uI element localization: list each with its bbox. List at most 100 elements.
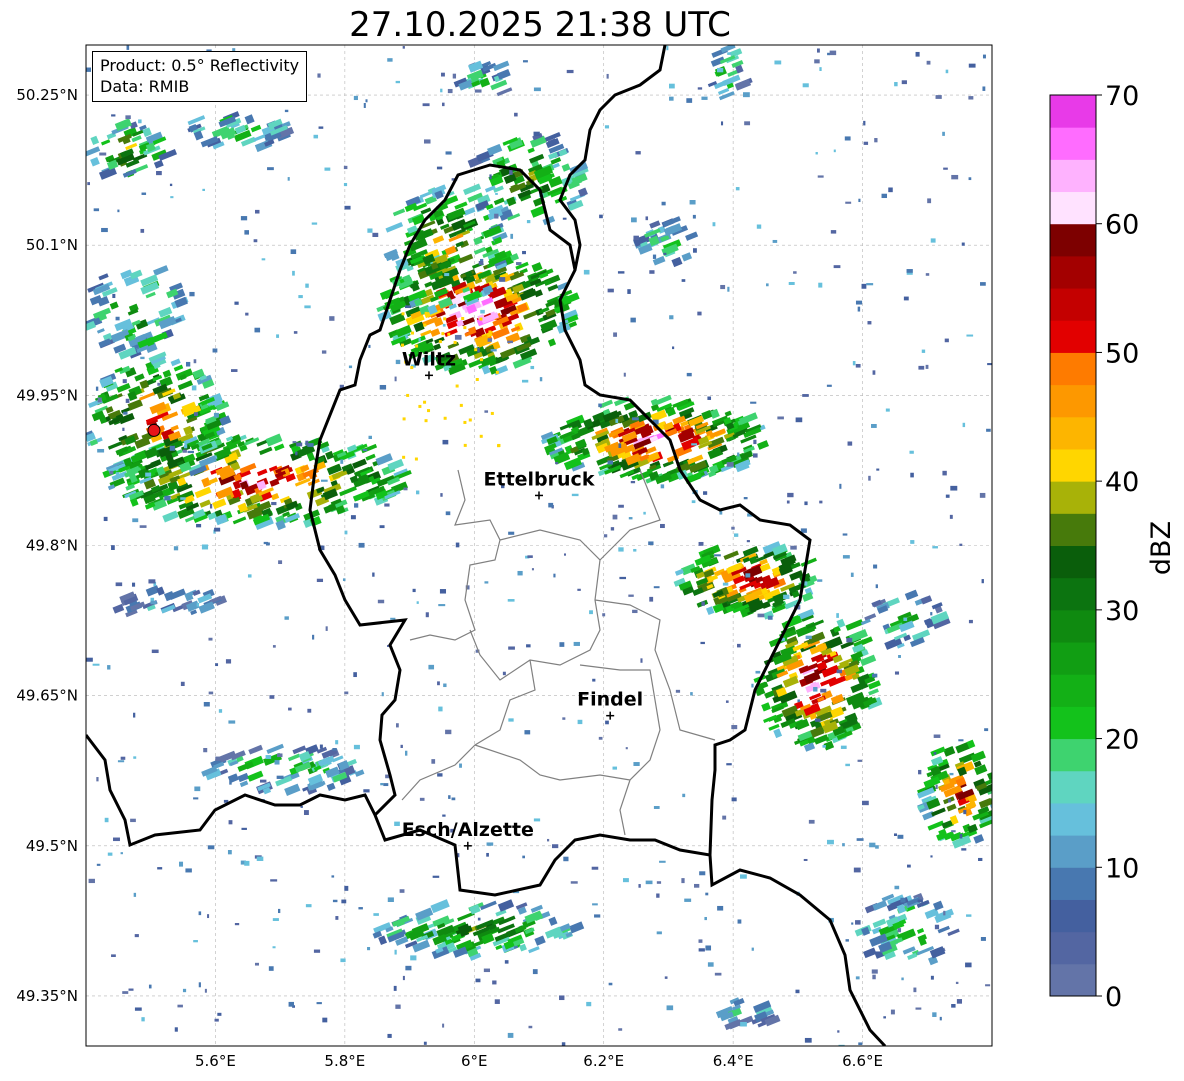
clutter-cell xyxy=(745,573,751,578)
clutter-cell xyxy=(930,612,933,616)
clutter-cell xyxy=(164,495,171,501)
clutter-cell xyxy=(442,814,446,817)
clutter-cell xyxy=(504,960,509,964)
data-source-label: Data: RMIB xyxy=(100,77,190,96)
clutter-cell xyxy=(577,588,581,591)
clutter-cell xyxy=(863,120,866,126)
clutter-cell xyxy=(868,475,871,481)
clutter-cell xyxy=(898,655,901,658)
clutter-cell xyxy=(416,490,420,495)
clutter-cell xyxy=(632,417,639,421)
clutter-cell xyxy=(712,222,716,227)
clutter-cell xyxy=(418,337,421,342)
clutter-cell xyxy=(395,80,400,84)
clutter-cell xyxy=(820,688,827,693)
clutter-cell xyxy=(915,1007,922,1010)
clutter-cell xyxy=(97,448,105,453)
clutter-cell xyxy=(531,568,534,571)
clutter-cell xyxy=(204,988,207,993)
clutter-cell xyxy=(185,868,192,873)
clutter-cell xyxy=(259,779,267,783)
clutter-cell xyxy=(632,609,638,614)
clutter-cell xyxy=(271,501,277,506)
colorbar-segment xyxy=(1050,384,1096,418)
clutter-cell xyxy=(387,58,393,62)
clutter-cell xyxy=(478,261,484,266)
clutter-cell xyxy=(866,283,874,286)
clutter-cell xyxy=(325,626,328,631)
clutter-cell xyxy=(968,63,976,68)
clutter-cell xyxy=(307,708,312,713)
clutter-cell xyxy=(819,500,823,504)
clutter-cell xyxy=(272,645,276,648)
clutter-cell xyxy=(432,875,440,878)
colorbar: 0 10 20 30 40 50 60 70 dBZ xyxy=(1049,81,1177,1013)
clutter-cell xyxy=(387,897,394,902)
clutter-cell xyxy=(234,923,240,926)
clutter-cell xyxy=(442,323,446,327)
clutter-cell xyxy=(451,797,456,801)
clutter-cell xyxy=(448,795,451,799)
clutter-cell xyxy=(276,775,284,779)
clutter-cell xyxy=(340,958,346,963)
clutter-cell xyxy=(817,579,823,582)
clutter-cell xyxy=(241,827,247,830)
colorbar-segment xyxy=(1050,448,1096,482)
clutter-cell xyxy=(474,89,482,93)
clutter-cell xyxy=(317,73,321,78)
clutter-cell xyxy=(202,188,205,191)
clutter-cell xyxy=(635,151,641,155)
clutter-cell xyxy=(980,282,986,286)
echo-core xyxy=(424,311,428,315)
clutter-cell xyxy=(324,167,331,171)
clutter-cell xyxy=(612,766,618,770)
clutter-cell xyxy=(261,258,266,261)
colorbar-segment xyxy=(1050,642,1096,675)
clutter-cell xyxy=(907,864,911,868)
clutter-cell xyxy=(533,87,541,92)
clutter-cell xyxy=(980,937,986,941)
clutter-cell xyxy=(304,305,311,309)
clutter-cell xyxy=(510,233,514,239)
clutter-cell xyxy=(648,541,654,546)
clutter-cell xyxy=(111,545,115,550)
clutter-cell xyxy=(691,500,696,504)
clutter-cell xyxy=(656,881,662,884)
clutter-cell xyxy=(583,269,590,275)
clutter-cell xyxy=(151,649,159,654)
y-tick-label: 50.25°N xyxy=(16,86,78,104)
clutter-cell xyxy=(444,273,450,277)
clutter-cell xyxy=(913,987,917,993)
echo-core xyxy=(463,443,467,447)
clutter-cell xyxy=(855,920,861,925)
y-tick-label: 50.1°N xyxy=(26,236,78,254)
clutter-cell xyxy=(507,340,513,344)
clutter-cell xyxy=(475,978,481,983)
clutter-cell xyxy=(846,637,853,643)
clutter-cell xyxy=(452,73,457,79)
clutter-cell xyxy=(948,798,951,803)
clutter-cell xyxy=(293,331,298,334)
clutter-cell xyxy=(894,885,900,890)
clutter-cell xyxy=(198,911,202,916)
clutter-cell xyxy=(888,187,893,193)
clutter-cell xyxy=(125,398,130,403)
clutter-cell xyxy=(212,348,218,353)
clutter-cell xyxy=(756,224,762,229)
clutter-cell xyxy=(684,898,692,902)
clutter-cell xyxy=(797,699,800,703)
echo-core xyxy=(443,317,447,321)
clutter-cell xyxy=(630,480,636,484)
clutter-cell xyxy=(86,657,93,662)
clutter-cell xyxy=(863,141,869,145)
clutter-cell xyxy=(932,546,938,549)
x-tick-label: 6.4°E xyxy=(713,1052,754,1070)
city-label: Esch/Alzette xyxy=(402,819,534,841)
clutter-cell xyxy=(269,695,275,699)
clutter-cell xyxy=(802,83,809,88)
echo-core xyxy=(415,344,419,348)
echo-core xyxy=(455,384,459,388)
clutter-cell xyxy=(109,470,114,475)
clutter-cell xyxy=(240,216,248,221)
clutter-cell xyxy=(716,67,724,73)
